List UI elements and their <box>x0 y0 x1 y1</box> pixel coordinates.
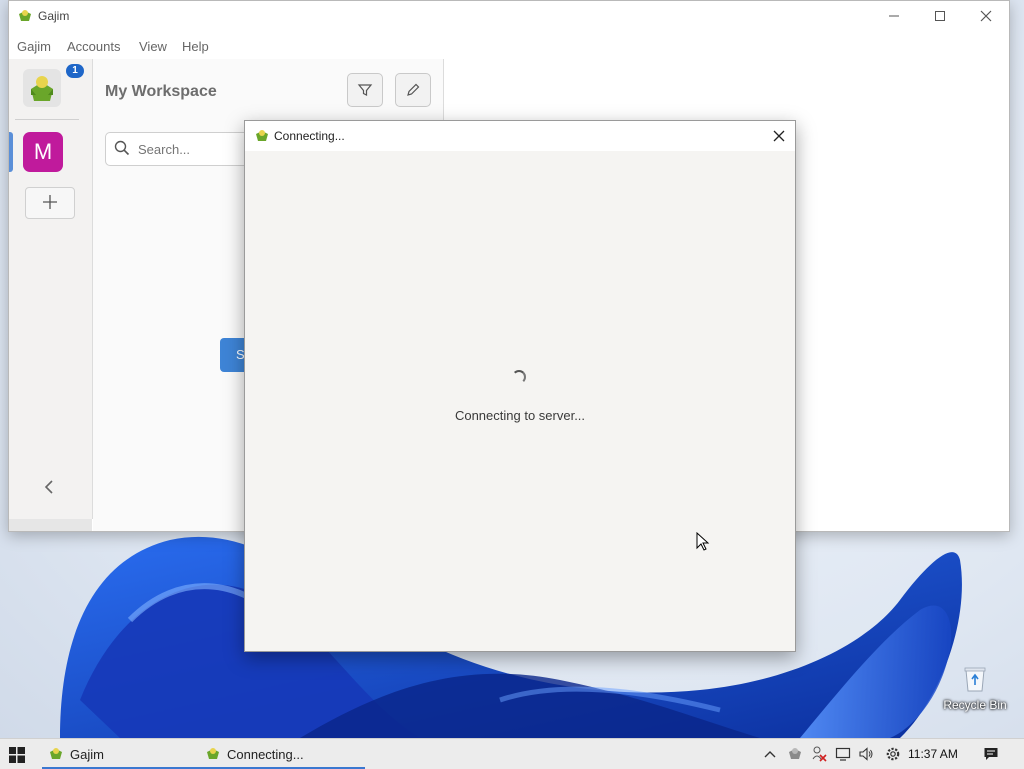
taskbar-clock[interactable]: 11:37 AM <box>908 747 958 761</box>
show-hidden-icons-button[interactable] <box>760 739 780 769</box>
tray-gajim[interactable] <box>784 739 806 769</box>
menubar: Gajim Accounts View Help <box>9 33 1009 59</box>
main-titlebar[interactable]: Gajim <box>9 1 1009 31</box>
sidebar-divider <box>15 119 79 120</box>
taskbar-item-label: Gajim <box>70 746 104 762</box>
network-disconnected-icon <box>812 746 827 762</box>
connecting-dialog: Connecting... Connecting to server... <box>244 120 796 652</box>
tray-network-status[interactable] <box>808 739 830 769</box>
mouse-cursor-icon <box>696 532 710 551</box>
taskbar-item-connecting[interactable]: Connecting... <box>199 739 365 769</box>
close-icon <box>980 10 992 22</box>
filter-button[interactable] <box>347 73 383 107</box>
gajim-logo-icon <box>256 130 268 141</box>
maximize-icon <box>935 11 945 21</box>
menu-help[interactable]: Help <box>182 39 209 54</box>
add-workspace-button[interactable] <box>25 187 75 219</box>
dialog-titlebar[interactable]: Connecting... <box>245 121 795 151</box>
tray-settings[interactable] <box>882 739 904 769</box>
gajim-logo-icon <box>50 748 62 759</box>
menu-accounts[interactable]: Accounts <box>67 39 120 54</box>
menu-view[interactable]: View <box>139 39 167 54</box>
gajim-logo-icon <box>19 10 31 21</box>
tray-display[interactable] <box>832 739 854 769</box>
minimize-button[interactable] <box>871 1 917 31</box>
dialog-title: Connecting... <box>274 129 345 143</box>
speaker-icon <box>859 747 873 761</box>
pencil-icon <box>407 83 420 96</box>
chevron-up-icon <box>764 751 776 758</box>
window-title: Gajim <box>38 9 70 23</box>
plus-icon <box>43 195 57 209</box>
taskbar-item-label: Connecting... <box>227 746 304 762</box>
menu-gajim[interactable]: Gajim <box>17 39 51 54</box>
workspace-title: My Workspace <box>105 83 217 100</box>
account-sidebar: 1 M <box>9 59 93 519</box>
loading-spinner <box>512 370 526 384</box>
gajim-tray-icon <box>789 748 801 759</box>
unread-badge: 1 <box>66 64 84 78</box>
monitor-icon <box>835 747 851 761</box>
notifications-button[interactable] <box>980 739 1002 769</box>
taskbar: Gajim Connecting... 11:37 AM <box>0 738 1024 769</box>
minimize-icon <box>889 15 899 17</box>
close-icon <box>773 130 785 142</box>
notification-icon <box>984 748 998 760</box>
chevron-left-icon <box>44 480 53 494</box>
maximize-button[interactable] <box>917 1 963 31</box>
new-chat-button[interactable] <box>395 73 431 107</box>
windows-logo-icon <box>9 747 25 763</box>
collapse-sidebar-button[interactable] <box>43 479 55 500</box>
connection-status: Connecting to server... <box>454 408 586 423</box>
recycle-bin-icon <box>964 667 986 692</box>
workspace-avatar[interactable]: M <box>23 132 63 172</box>
tray-volume[interactable] <box>855 739 877 769</box>
filter-icon <box>357 84 373 96</box>
search-icon <box>114 140 130 156</box>
gear-icon <box>886 747 900 761</box>
start-button[interactable] <box>9 747 25 766</box>
recycle-bin-label: Recycle Bin <box>943 698 1007 712</box>
account-avatar[interactable] <box>23 69 61 107</box>
recycle-bin[interactable]: Recycle Bin <box>942 665 1008 712</box>
workspace-active-indicator <box>9 132 13 172</box>
gajim-logo-icon <box>207 748 219 759</box>
close-button[interactable] <box>963 1 1009 31</box>
taskbar-item-gajim[interactable]: Gajim <box>42 739 201 769</box>
account-avatar-icon <box>31 76 53 101</box>
sidebar-footer <box>9 519 92 531</box>
dialog-close-button[interactable] <box>763 121 795 151</box>
